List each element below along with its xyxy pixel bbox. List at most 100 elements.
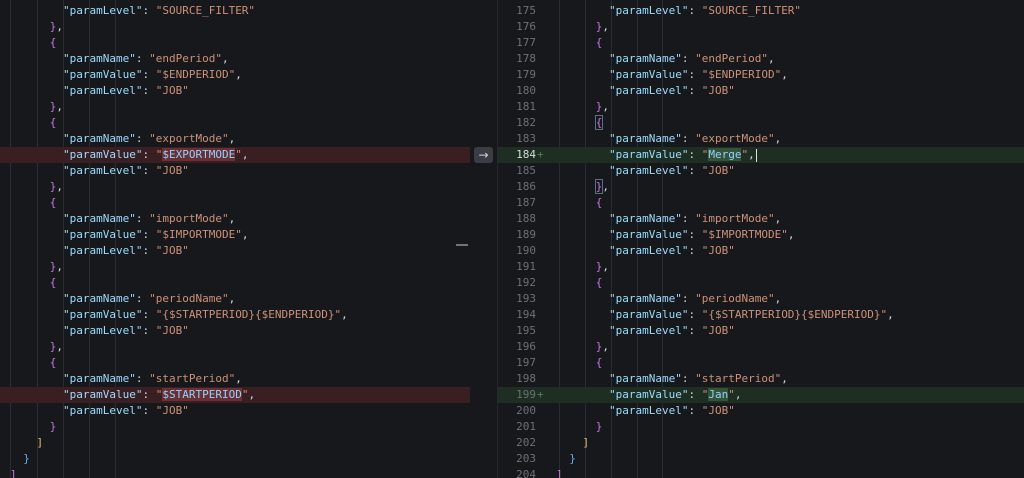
revert-change-button[interactable]: → (474, 147, 493, 163)
code-line[interactable]: 191 }, (498, 259, 1024, 275)
code-line[interactable]: } (0, 419, 470, 435)
line-number: 187 (516, 196, 536, 209)
code-line[interactable]: }, (0, 19, 470, 35)
code-line[interactable]: 202 ] (498, 435, 1024, 451)
removed-line[interactable]: "paramValue": "$EXPORTMODE", (0, 147, 470, 163)
code-line[interactable]: "paramName": "importMode", (0, 211, 470, 227)
bracket: } (23, 452, 30, 465)
code-line[interactable]: 179 "paramValue": "$ENDPERIOD", (498, 67, 1024, 83)
punctuation: , (235, 68, 242, 81)
code-line[interactable]: { (0, 355, 470, 371)
code-line[interactable]: 181 }, (498, 99, 1024, 115)
code-line[interactable]: "paramName": "periodName", (0, 291, 470, 307)
code-line[interactable]: 178 "paramName": "endPeriod", (498, 51, 1024, 67)
code-line[interactable]: 182 { (498, 115, 1024, 131)
code-line[interactable]: "paramName": "endPeriod", (0, 51, 470, 67)
code-line[interactable]: { (0, 195, 470, 211)
code-line[interactable]: 194 "paramValue": "{$STARTPERIOD}{$ENDPE… (498, 307, 1024, 323)
code-line[interactable]: }, (0, 179, 470, 195)
added-word: Jan (708, 388, 729, 401)
punctuation: : (688, 404, 702, 417)
code-line[interactable]: "paramLevel": "SOURCE_FILTER" (0, 3, 470, 19)
punctuation: , (774, 212, 782, 225)
json-string: "endPeriod" (149, 52, 222, 65)
removed-line[interactable]: "paramValue": "$STARTPERIOD", (0, 387, 470, 403)
code-line[interactable]: 189 "paramValue": "$IMPORTMODE", (498, 227, 1024, 243)
code-line[interactable]: "paramLevel": "JOB" (0, 243, 470, 259)
code-line[interactable]: "paramLevel": "JOB" (0, 83, 470, 99)
code-line[interactable]: ] (0, 435, 470, 451)
code-line[interactable]: }, (0, 259, 470, 275)
code-text: "paramLevel": "JOB" (10, 243, 189, 259)
punctuation: : (142, 4, 156, 17)
code-line[interactable]: 201 } (498, 419, 1024, 435)
code-line[interactable]: { (0, 275, 470, 291)
punctuation: : (688, 388, 702, 401)
code-text: { (556, 115, 604, 131)
punctuation: , (241, 228, 249, 241)
collapse-marker[interactable] (456, 244, 468, 246)
code-line[interactable]: 195 "paramLevel": "JOB" (498, 323, 1024, 339)
json-string: "JOB" (155, 244, 189, 257)
line-number: 190 (516, 244, 536, 257)
code-line[interactable]: 197 { (498, 355, 1024, 371)
code-line[interactable]: "paramValue": "$ENDPERIOD", (0, 67, 470, 83)
code-line[interactable]: 204] (498, 467, 1024, 478)
punctuation: , (56, 260, 63, 273)
code-line[interactable]: } (0, 451, 470, 467)
added-line[interactable]: 184 + "paramValue": "Merge", (498, 147, 1024, 163)
removed-word: $STARTPERIOD (162, 388, 242, 401)
line-number: 177 (516, 36, 536, 49)
code-text: "paramName": "exportMode", (556, 131, 781, 147)
code-line[interactable]: 183 "paramName": "exportMode", (498, 131, 1024, 147)
code-line[interactable]: 200 "paramLevel": "JOB" (498, 403, 1024, 419)
code-line[interactable]: "paramValue": "{$STARTPERIOD}{$ENDPERIOD… (0, 307, 470, 323)
code-line[interactable]: 203 } (498, 451, 1024, 467)
code-line[interactable]: 198 "paramName": "startPeriod", (498, 371, 1024, 387)
code-line[interactable]: { (0, 115, 470, 131)
code-text: "paramValue": "$STARTPERIOD", (10, 387, 255, 403)
code-line[interactable]: }, (0, 99, 470, 115)
code-line[interactable]: 190 "paramLevel": "JOB" (498, 243, 1024, 259)
code-line[interactable]: 186 }, (498, 179, 1024, 195)
code-line[interactable]: ] (0, 467, 470, 478)
code-line[interactable]: 192 { (498, 275, 1024, 291)
code-text: { (556, 355, 603, 371)
json-key: "paramLevel" (62, 4, 143, 17)
code-line[interactable]: { (0, 35, 470, 51)
code-line[interactable]: "paramName": "startPeriod", (0, 371, 470, 387)
punctuation: : (688, 244, 702, 257)
line-number: 197 (516, 356, 536, 369)
added-line[interactable]: 199 + "paramValue": "Jan", (498, 387, 1024, 403)
code-line[interactable]: 187 { (498, 195, 1024, 211)
code-line[interactable]: 176 }, (498, 19, 1024, 35)
code-line[interactable]: }, (0, 339, 470, 355)
code-line[interactable]: "paramValue": "$IMPORTMODE", (0, 227, 470, 243)
code-text: }, (556, 179, 609, 195)
original-pane[interactable]: "paramLevel": "SOURCE_FILTER" }, { "para… (0, 0, 470, 478)
code-line[interactable]: "paramLevel": "JOB" (0, 323, 470, 339)
code-text: "paramLevel": "JOB" (556, 83, 735, 99)
code-line[interactable]: 196 }, (498, 339, 1024, 355)
code-line[interactable]: "paramLevel": "JOB" (0, 163, 470, 179)
code-line[interactable]: 177 { (498, 35, 1024, 51)
code-line[interactable]: 188 "paramName": "importMode", (498, 211, 1024, 227)
code-line[interactable]: "paramLevel": "JOB" (0, 403, 470, 419)
line-number: 200 (516, 404, 536, 417)
modified-pane[interactable]: 175 "paramLevel": "SOURCE_FILTER" 176 }, 1… (498, 0, 1024, 478)
code-line[interactable]: 180 "paramLevel": "JOB" (498, 83, 1024, 99)
code-line[interactable]: 185 "paramLevel": "JOB" (498, 163, 1024, 179)
code-line[interactable]: 193 "paramName": "periodName", (498, 291, 1024, 307)
code-line[interactable]: 175 "paramLevel": "SOURCE_FILTER" (498, 3, 1024, 19)
code-text: "paramValue": "{$STARTPERIOD}{$ENDPERIOD… (10, 307, 348, 323)
code-line[interactable]: "paramName": "exportMode", (0, 131, 470, 147)
